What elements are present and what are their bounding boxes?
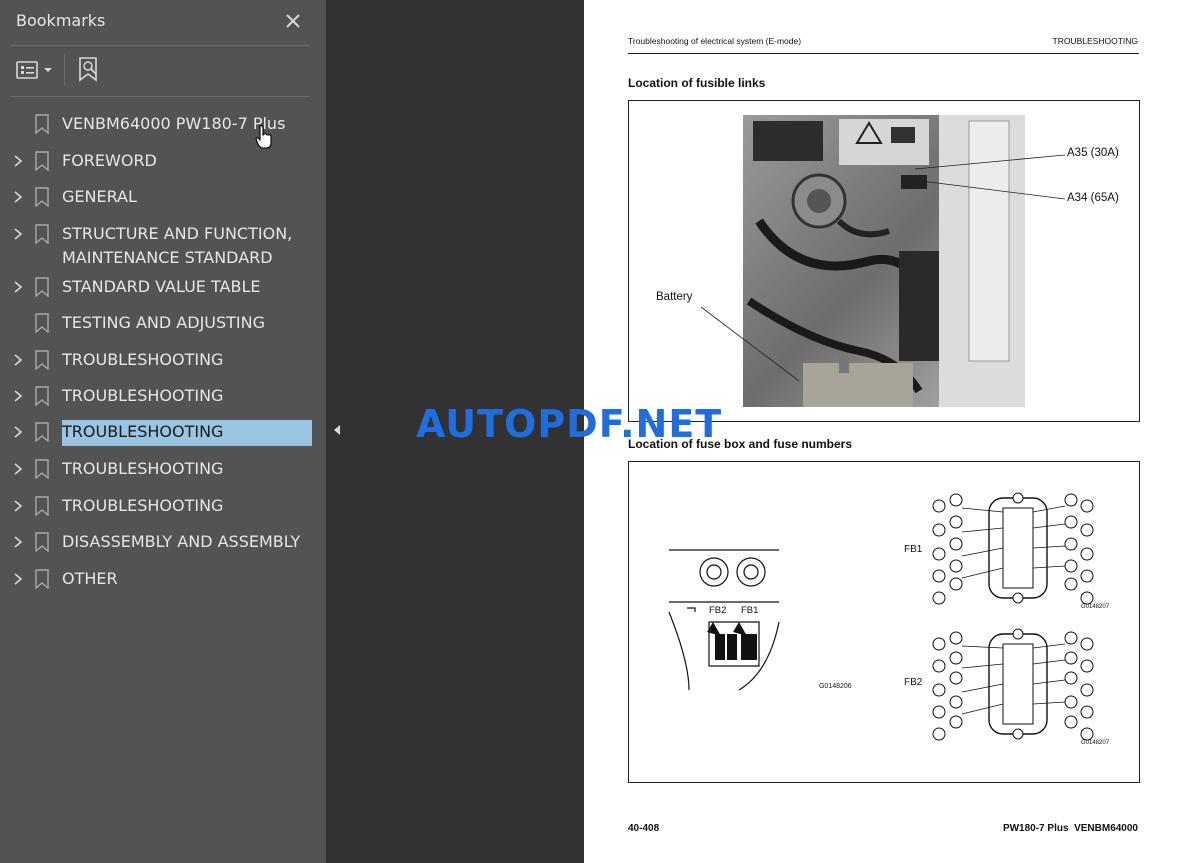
bookmark-label: TROUBLESHOOTING — [62, 496, 224, 515]
bookmark-label: VENBM64000 PW180-7 Plus — [62, 114, 286, 133]
chevron-right-icon[interactable] — [11, 353, 25, 367]
close-icon — [286, 14, 300, 28]
bookmark-label: FOREWORD — [62, 151, 157, 170]
toolbar-divider — [10, 96, 310, 97]
fuse-block-fb2 — [988, 628, 1048, 740]
bookmark-label: TROUBLESHOOTING — [62, 420, 312, 446]
section-title-fusible-links: Location of fusible links — [628, 76, 766, 90]
page-header-right: TROUBLESHOOTING — [1052, 36, 1138, 46]
bookmark-icon — [35, 114, 49, 134]
chevron-right-icon[interactable] — [11, 154, 25, 168]
bookmark-label: STRUCTURE AND FUNCTION, MAINTENANCE STAN… — [62, 224, 293, 267]
find-current-bookmark-icon — [79, 57, 97, 82]
chevron-right-icon[interactable] — [11, 499, 25, 513]
label-a34: A34 (65A) — [1067, 192, 1119, 204]
toolbar-separator — [64, 54, 65, 86]
chevron-right-icon[interactable] — [11, 572, 25, 586]
bookmark-icon — [35, 151, 49, 171]
mouse-pointer-hand-icon — [255, 125, 272, 149]
bookmark-icon — [35, 496, 49, 516]
header-divider — [10, 45, 310, 46]
bookmark-icon — [35, 386, 49, 406]
bookmark-label: DISASSEMBLY AND ASSEMBLY — [62, 532, 301, 551]
bookmark-icon — [35, 313, 49, 333]
chevron-right-icon[interactable] — [11, 190, 25, 204]
chevron-right-icon[interactable] — [11, 227, 25, 241]
bookmark-label: TROUBLESHOOTING — [62, 386, 224, 405]
bookmark-icon — [35, 532, 49, 552]
chevron-left-icon — [334, 425, 340, 435]
figure-code-bottom: G0148207 — [1081, 740, 1110, 746]
fusible-links-photo — [700, 115, 1066, 407]
bookmark-label: TESTING AND ADJUSTING — [62, 313, 266, 332]
chevron-right-icon[interactable] — [11, 462, 25, 476]
header-rule — [628, 53, 1139, 54]
bookmark-icon — [35, 422, 49, 442]
label-fb1-small: FB1 — [741, 605, 759, 616]
bookmarks-title: Bookmarks — [16, 11, 106, 30]
bookmark-options-icon — [16, 61, 52, 79]
bookmark-label: TROUBLESHOOTING — [62, 350, 224, 369]
collapse-panel-handle[interactable] — [330, 420, 344, 440]
bookmarks-panel: Bookmarks VENBM64000 PW180-7 Plus FOREWO… — [0, 0, 326, 863]
label-fb2: FB2 — [904, 677, 923, 688]
bookmark-icon — [35, 569, 49, 589]
figure-fusible-links: A35 (30A) A34 (65A) Battery — [628, 100, 1140, 422]
chevron-right-icon[interactable] — [11, 535, 25, 549]
label-fb2-small: FB2 — [709, 605, 727, 616]
figure-code-top: G0148207 — [1081, 604, 1110, 610]
label-battery: Battery — [656, 291, 693, 303]
bookmarks-header: Bookmarks — [0, 0, 326, 44]
bookmark-icon — [35, 350, 49, 370]
bookmark-icon — [35, 187, 49, 207]
chevron-right-icon[interactable] — [11, 425, 25, 439]
chevron-right-icon[interactable] — [11, 389, 25, 403]
find-current-bookmark-button[interactable] — [74, 54, 104, 86]
label-a35: A35 (30A) — [1067, 147, 1119, 159]
bookmark-options-button[interactable] — [14, 56, 58, 84]
bookmark-icon — [35, 459, 49, 479]
bookmark-label: OTHER — [62, 569, 118, 588]
figure-fuse-box: FB1 FB2 FB2 FB1 G0148206 G0148207 G01482… — [628, 461, 1140, 783]
bookmark-icon — [35, 224, 49, 244]
page-footer-model: PW180-7 Plus VENBM64000 — [1002, 823, 1138, 834]
fuse-box-diagram — [668, 492, 1094, 741]
watermark-text: AUTOPDF.NET — [416, 402, 723, 446]
bookmark-label: STANDARD VALUE TABLE — [62, 277, 261, 296]
bookmark-label: GENERAL — [62, 187, 137, 206]
bookmark-label: TROUBLESHOOTING — [62, 459, 224, 478]
label-fb1: FB1 — [904, 544, 923, 555]
figure-code-left: G0148206 — [819, 683, 852, 690]
page-number: 40-408 — [628, 823, 660, 834]
chevron-right-icon[interactable] — [11, 280, 25, 294]
page-header-left: Troubleshooting of electrical system (E-… — [628, 36, 802, 46]
bookmark-icon — [35, 277, 49, 297]
close-panel-button[interactable] — [280, 6, 306, 34]
